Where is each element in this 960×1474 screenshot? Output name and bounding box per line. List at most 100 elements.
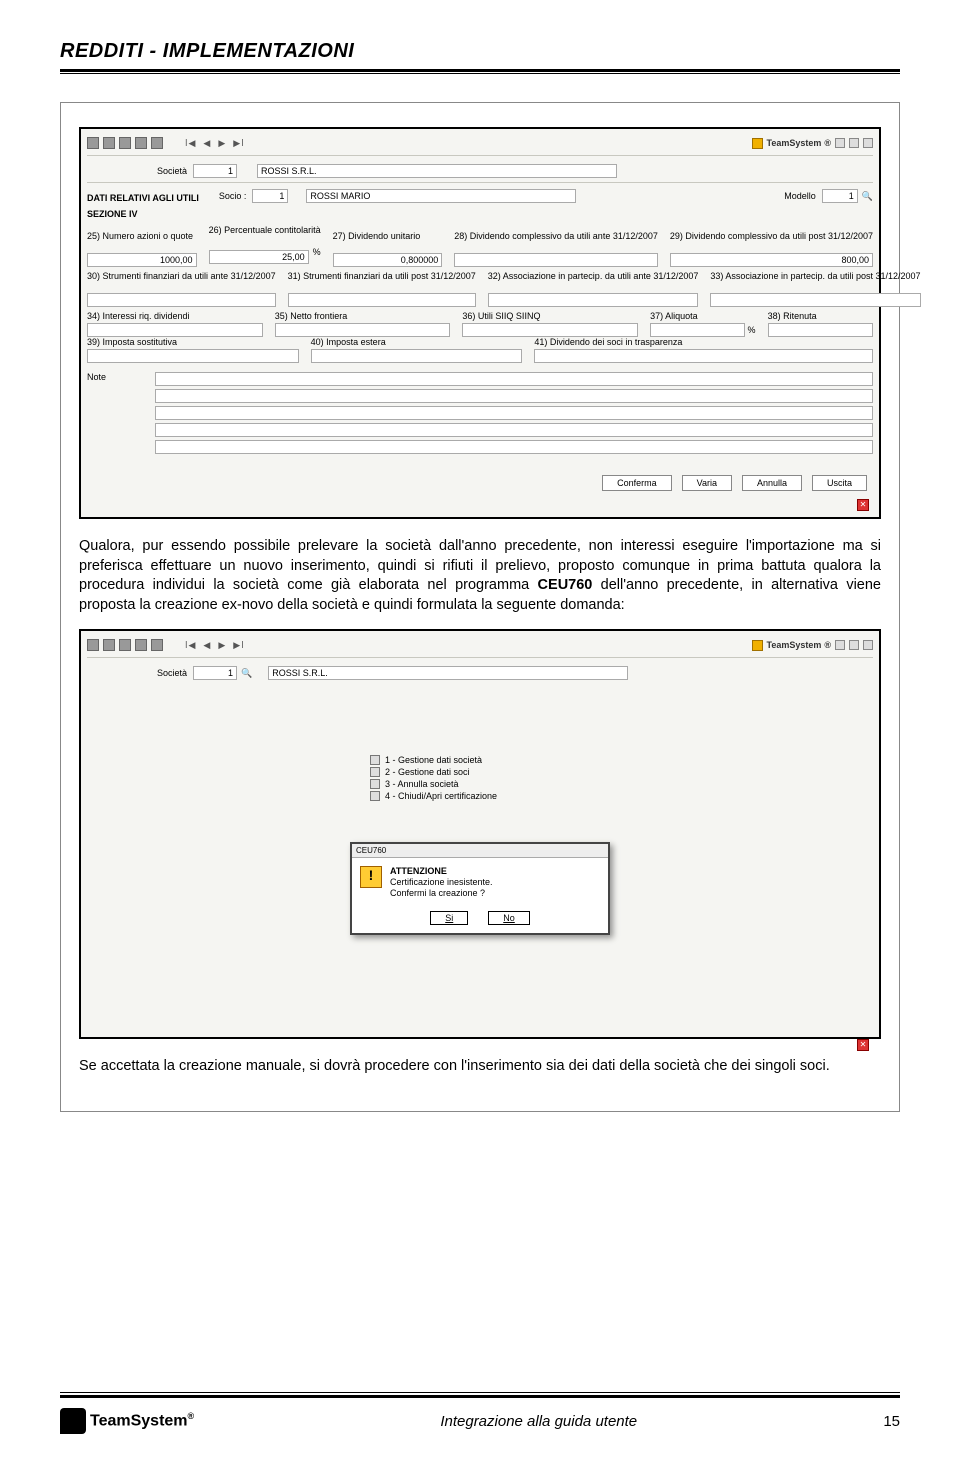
field-label: 29) Dividendo complessivo da utili post … bbox=[670, 231, 873, 251]
conferma-button[interactable]: Conferma bbox=[602, 475, 672, 491]
toolbar: ⅼ◀ ◀ ▶ ▶ⅼ TeamSystem® bbox=[87, 637, 873, 658]
window-icon[interactable] bbox=[849, 640, 859, 650]
field-39[interactable] bbox=[87, 349, 299, 363]
field-41[interactable] bbox=[534, 349, 873, 363]
field-35[interactable] bbox=[275, 323, 451, 337]
help-icon[interactable] bbox=[151, 137, 163, 149]
societa-name[interactable]: ROSSI S.R.L. bbox=[257, 164, 617, 178]
window-icon[interactable] bbox=[835, 138, 845, 148]
field-label: 30) Strumenti finanziari da utili ante 3… bbox=[87, 271, 276, 291]
section-subheader: SEZIONE IV bbox=[87, 209, 199, 219]
field-label: 25) Numero azioni o quote bbox=[87, 231, 197, 251]
rule-thick bbox=[60, 69, 900, 72]
tb-icon[interactable] bbox=[87, 639, 99, 651]
footer-logo: TeamSystem® bbox=[60, 1408, 194, 1434]
socio-code[interactable]: 1 bbox=[252, 189, 288, 203]
toolbar: ⅼ◀ ◀ ▶ ▶ⅼ TeamSystem® bbox=[87, 135, 873, 156]
spacer bbox=[87, 440, 147, 454]
uscita-button[interactable]: Uscita bbox=[812, 475, 867, 491]
unit-label: % bbox=[748, 325, 756, 335]
no-button[interactable]: No bbox=[488, 911, 530, 925]
dialog-line: Confermi la creazione ? bbox=[390, 888, 485, 898]
lookup-icon[interactable]: 🔍 bbox=[862, 191, 873, 202]
field-36[interactable] bbox=[462, 323, 638, 337]
si-button[interactable]: Si bbox=[430, 911, 468, 925]
menu-icon bbox=[370, 779, 380, 789]
screenshot-form-utili: ⅼ◀ ◀ ▶ ▶ⅼ TeamSystem® Società 1 ROSSI S.… bbox=[79, 127, 881, 519]
page-footer: TeamSystem® Integrazione alla guida uten… bbox=[60, 1392, 900, 1434]
note-line[interactable] bbox=[155, 440, 873, 454]
note-line[interactable] bbox=[155, 389, 873, 403]
rule-thin bbox=[60, 73, 900, 74]
field-label: 26) Percentuale contitolarità bbox=[209, 225, 321, 245]
societa-label: Società bbox=[157, 668, 187, 678]
field-30[interactable] bbox=[87, 293, 276, 307]
lookup-icon[interactable]: 🔍 bbox=[241, 668, 252, 679]
tb-icon[interactable] bbox=[103, 639, 115, 651]
screenshot-dialog: ⅼ◀ ◀ ▶ ▶ⅼ TeamSystem® Società 1 🔍 ROSSI … bbox=[79, 629, 881, 1039]
field-32[interactable] bbox=[488, 293, 699, 307]
section-header: DATI RELATIVI AGLI UTILI bbox=[87, 193, 199, 203]
record-nav[interactable]: ⅼ◀ ◀ ▶ ▶ⅼ bbox=[185, 138, 245, 149]
menu-item[interactable]: 1 - Gestione dati società bbox=[370, 754, 590, 766]
menu-item[interactable]: 2 - Gestione dati soci bbox=[370, 766, 590, 778]
societa-code[interactable]: 1 bbox=[193, 666, 237, 680]
tb-icon[interactable] bbox=[87, 137, 99, 149]
annulla-button[interactable]: Annulla bbox=[742, 475, 802, 491]
body-paragraph-2: Se accettata la creazione manuale, si do… bbox=[79, 1057, 881, 1077]
note-line[interactable] bbox=[155, 406, 873, 420]
field-27[interactable]: 0,800000 bbox=[333, 253, 443, 267]
field-label: 35) Netto frontiera bbox=[275, 311, 451, 321]
socio-name[interactable]: ROSSI MARIO bbox=[306, 189, 576, 203]
modello-label: Modello bbox=[784, 191, 816, 201]
warning-icon bbox=[360, 866, 382, 888]
close-icon[interactable]: ✕ bbox=[857, 1039, 869, 1051]
modello-input[interactable]: 1 bbox=[822, 189, 858, 203]
societa-code[interactable]: 1 bbox=[193, 164, 237, 178]
close-icon[interactable]: ✕ bbox=[857, 499, 869, 511]
tb-icon[interactable] bbox=[135, 639, 147, 651]
field-label: 39) Imposta sostitutiva bbox=[87, 337, 299, 347]
socio-label: Socio : bbox=[219, 191, 247, 201]
menu-list: 1 - Gestione dati società 2 - Gestione d… bbox=[370, 754, 590, 802]
field-label: 28) Dividendo complessivo da utili ante … bbox=[454, 231, 658, 251]
field-29[interactable]: 800,00 bbox=[670, 253, 873, 267]
dialog-title: CEU760 bbox=[352, 844, 608, 858]
field-label: 31) Strumenti finanziari da utili post 3… bbox=[288, 271, 476, 291]
field-label: 36) Utili SIIQ SIINQ bbox=[462, 311, 638, 321]
field-34[interactable] bbox=[87, 323, 263, 337]
field-label: 40) Imposta estera bbox=[311, 337, 523, 347]
window-icon[interactable] bbox=[863, 640, 873, 650]
record-nav[interactable]: ⅼ◀ ◀ ▶ ▶ⅼ bbox=[185, 640, 245, 651]
field-37[interactable] bbox=[650, 323, 744, 337]
field-38[interactable] bbox=[768, 323, 873, 337]
societa-name[interactable]: ROSSI S.R.L. bbox=[268, 666, 628, 680]
field-25[interactable]: 1000,00 bbox=[87, 253, 197, 267]
tb-icon[interactable] bbox=[119, 137, 131, 149]
spacer bbox=[87, 406, 147, 420]
menu-item[interactable]: 4 - Chiudi/Apri certificazione bbox=[370, 790, 590, 802]
field-label: 33) Associazione in partecip. da utili p… bbox=[710, 271, 920, 291]
window-icon[interactable] bbox=[849, 138, 859, 148]
tb-icon[interactable] bbox=[135, 137, 147, 149]
menu-item[interactable]: 3 - Annulla società bbox=[370, 778, 590, 790]
window-icon[interactable] bbox=[835, 640, 845, 650]
field-label: 38) Ritenuta bbox=[768, 311, 873, 321]
footer-text: Integrazione alla guida utente bbox=[194, 1413, 883, 1430]
field-28[interactable] bbox=[454, 253, 658, 267]
varia-button[interactable]: Varia bbox=[682, 475, 732, 491]
tb-icon[interactable] bbox=[119, 639, 131, 651]
tb-icon[interactable] bbox=[103, 137, 115, 149]
societa-label: Società bbox=[157, 166, 187, 176]
field-33[interactable] bbox=[710, 293, 920, 307]
help-icon[interactable] bbox=[151, 639, 163, 651]
field-26[interactable]: 25,00 bbox=[209, 250, 309, 264]
field-40[interactable] bbox=[311, 349, 523, 363]
window-icon[interactable] bbox=[863, 138, 873, 148]
note-line[interactable] bbox=[155, 423, 873, 437]
confirm-dialog: CEU760 ATTENZIONE Certificazione inesist… bbox=[350, 842, 610, 934]
note-line[interactable] bbox=[155, 372, 873, 386]
field-31[interactable] bbox=[288, 293, 476, 307]
dialog-head: ATTENZIONE bbox=[390, 866, 447, 876]
menu-icon bbox=[370, 767, 380, 777]
